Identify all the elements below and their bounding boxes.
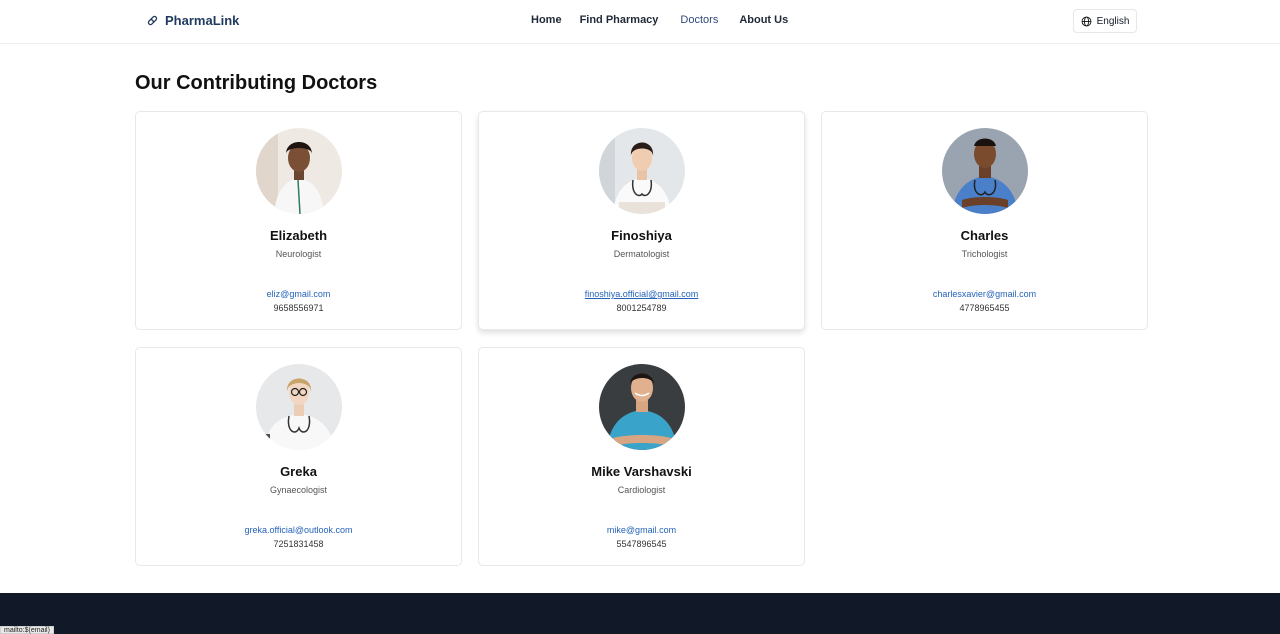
doctor-card[interactable]: Greka Gynaecologist greka.official@outlo…: [135, 347, 462, 566]
brand-name: PharmaLink: [165, 13, 240, 28]
doctor-name: Greka: [280, 464, 317, 479]
doctor-name: Mike Varshavski: [591, 464, 692, 479]
doctor-name: Charles: [960, 228, 1009, 243]
page-title: Our Contributing Doctors: [135, 72, 378, 94]
page-footer: [0, 593, 1280, 634]
doctor-card[interactable]: Charles Trichologist charlesxavier@gmail…: [821, 111, 1148, 330]
doctor-phone: 7251831458: [273, 539, 324, 549]
doctor-card[interactable]: Elizabeth Neurologist eliz@gmail.com 965…: [135, 111, 462, 330]
doctor-email-link[interactable]: eliz@gmail.com: [136, 289, 461, 299]
language-selector[interactable]: English: [1073, 9, 1137, 33]
doctor-specialty: Trichologist: [961, 249, 1008, 259]
nav-home[interactable]: Home: [531, 14, 562, 26]
nav-about-us[interactable]: About Us: [739, 14, 788, 26]
doctor-name: Finoshiya: [611, 228, 672, 243]
doctor-phone: 5547896545: [616, 539, 667, 549]
doctor-email-link[interactable]: mike@gmail.com: [479, 525, 804, 535]
pill-icon: [147, 15, 158, 26]
brand-logo[interactable]: PharmaLink: [146, 13, 239, 28]
doctor-avatar: [256, 128, 342, 214]
doctor-specialty: Dermatologist: [613, 249, 670, 259]
doctor-name: Elizabeth: [269, 228, 328, 243]
nav-doctors[interactable]: Doctors: [680, 14, 718, 26]
doctor-phone: 9658556971: [273, 303, 324, 313]
doctor-avatar: [599, 128, 685, 214]
doctor-email-link[interactable]: finoshiya.official@gmail.com: [479, 289, 804, 299]
doctor-avatar: [942, 128, 1028, 214]
doctor-phone: 4778965455: [959, 303, 1010, 313]
doctor-specialty: Neurologist: [275, 249, 322, 259]
language-label: English: [1096, 15, 1130, 27]
top-navbar: PharmaLink Home Find Pharmacy Doctors Ab…: [0, 0, 1280, 44]
nav-find-pharmacy[interactable]: Find Pharmacy: [580, 14, 659, 26]
main-nav: Home Find Pharmacy Doctors About Us: [531, 14, 788, 26]
doctor-avatar: [599, 364, 685, 450]
doctor-specialty: Cardiologist: [617, 485, 666, 495]
globe-icon: [1081, 16, 1092, 26]
doctor-specialty: Gynaecologist: [269, 485, 328, 495]
doctor-phone: 8001254789: [616, 303, 667, 313]
doctor-avatar: [256, 364, 342, 450]
browser-status-url: mailto:$(email): [0, 626, 54, 634]
doctor-email-link[interactable]: greka.official@outlook.com: [136, 525, 461, 535]
doctor-card[interactable]: Mike Varshavski Cardiologist mike@gmail.…: [478, 347, 805, 566]
doctor-card[interactable]: Finoshiya Dermatologist finoshiya.offici…: [478, 111, 805, 330]
doctor-email-link[interactable]: charlesxavier@gmail.com: [822, 289, 1147, 299]
